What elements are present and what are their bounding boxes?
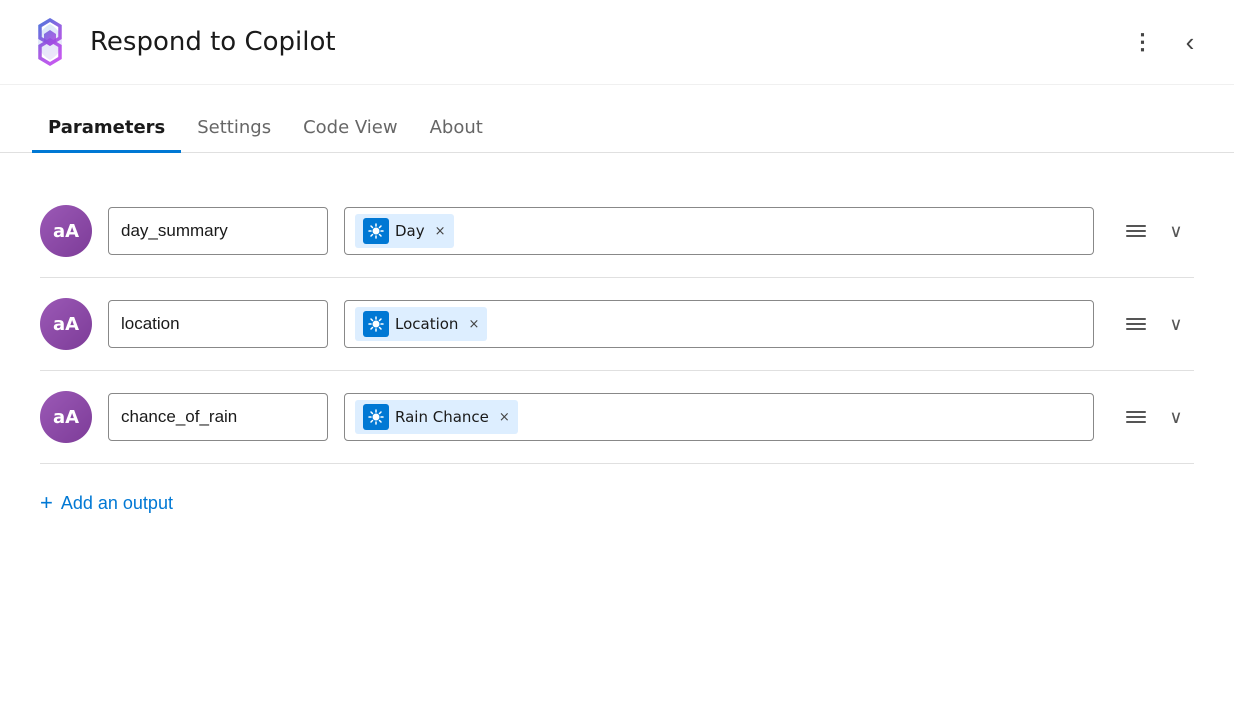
- value-chip-3: Rain Chance ×: [355, 400, 518, 434]
- tab-about[interactable]: About: [414, 105, 499, 153]
- header: Respond to Copilot ⋮ ‹: [0, 0, 1234, 85]
- chip-close-3[interactable]: ×: [499, 411, 510, 424]
- chip-label-1: Day: [395, 222, 425, 240]
- chevron-down-icon-3: ∨: [1169, 407, 1182, 428]
- chip-close-2[interactable]: ×: [468, 318, 479, 331]
- chip-icon-3: [363, 404, 389, 430]
- hamburger-button-2[interactable]: [1118, 306, 1154, 342]
- sun-icon-2: [368, 316, 384, 332]
- chevron-down-icon-1: ∨: [1169, 221, 1182, 242]
- tab-parameters[interactable]: Parameters: [32, 105, 181, 153]
- page-title: Respond to Copilot: [90, 27, 336, 57]
- chip-icon-2: [363, 311, 389, 337]
- chip-close-1[interactable]: ×: [435, 225, 446, 238]
- header-actions: ⋮ ‹: [1122, 22, 1210, 62]
- more-options-button[interactable]: ⋮: [1122, 22, 1162, 62]
- chevron-down-icon-2: ∨: [1169, 314, 1182, 335]
- param-row-1: aA: [40, 185, 1194, 277]
- tab-code-view[interactable]: Code View: [287, 105, 414, 153]
- sun-icon-3: [368, 409, 384, 425]
- avatar-2: aA: [40, 298, 92, 350]
- param-section-2: aA: [40, 278, 1194, 371]
- param-row-3: aA: [40, 371, 1194, 463]
- menu-icon-2: [1126, 318, 1146, 330]
- param-section-3: aA: [40, 371, 1194, 464]
- sun-icon: [368, 223, 384, 239]
- parameters-content: aA: [0, 153, 1234, 546]
- header-left: Respond to Copilot: [24, 16, 336, 68]
- row-actions-2: ∨: [1118, 306, 1194, 342]
- value-chip-2: Location ×: [355, 307, 487, 341]
- tab-settings[interactable]: Settings: [181, 105, 287, 153]
- value-field-2[interactable]: Location ×: [344, 300, 1094, 348]
- param-name-input-1[interactable]: [108, 207, 328, 255]
- row-actions-1: ∨: [1118, 213, 1194, 249]
- chip-label-3: Rain Chance: [395, 408, 489, 426]
- avatar-1: aA: [40, 205, 92, 257]
- more-vertical-icon: ⋮: [1132, 29, 1153, 55]
- param-section-1: aA: [40, 185, 1194, 278]
- hamburger-button-3[interactable]: [1118, 399, 1154, 435]
- back-button[interactable]: ‹: [1170, 22, 1210, 62]
- param-name-input-2[interactable]: [108, 300, 328, 348]
- avatar-3: aA: [40, 391, 92, 443]
- tabs-bar: Parameters Settings Code View About: [0, 105, 1234, 153]
- back-icon: ‹: [1186, 27, 1195, 58]
- param-row-2: aA: [40, 278, 1194, 370]
- value-chip-1: Day ×: [355, 214, 454, 248]
- row-actions-3: ∨: [1118, 399, 1194, 435]
- chevron-button-2[interactable]: ∨: [1158, 306, 1194, 342]
- menu-icon-3: [1126, 411, 1146, 423]
- hamburger-button-1[interactable]: [1118, 213, 1154, 249]
- app-logo: [24, 16, 76, 68]
- chevron-button-3[interactable]: ∨: [1158, 399, 1194, 435]
- value-field-1[interactable]: Day ×: [344, 207, 1094, 255]
- chevron-button-1[interactable]: ∨: [1158, 213, 1194, 249]
- chip-icon-1: [363, 218, 389, 244]
- value-field-3[interactable]: Rain Chance ×: [344, 393, 1094, 441]
- chip-label-2: Location: [395, 315, 458, 333]
- menu-icon-1: [1126, 225, 1146, 237]
- param-name-input-3[interactable]: [108, 393, 328, 441]
- add-output-button[interactable]: + Add an output: [40, 464, 173, 514]
- plus-icon: +: [40, 492, 53, 514]
- add-output-label: Add an output: [61, 493, 173, 514]
